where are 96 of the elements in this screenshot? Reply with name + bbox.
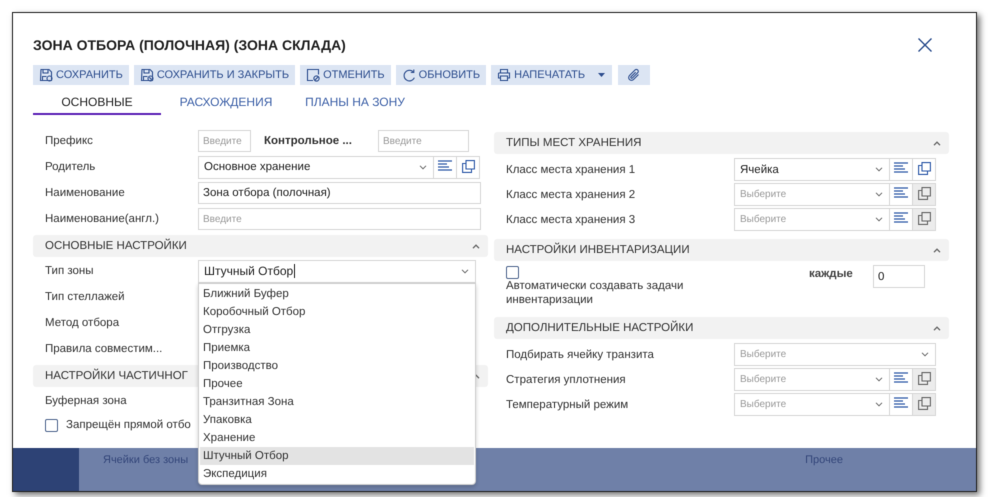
section-header[interactable]: ОСНОВНЫЕ НАСТРОЙКИ — [33, 235, 488, 257]
field-label: Префикс — [44, 135, 94, 147]
chevron-down-icon — [921, 352, 929, 357]
floppy-icon — [39, 68, 53, 82]
sidebar-strip — [13, 448, 79, 491]
input-field[interactable]: Введите — [198, 208, 481, 230]
section-header[interactable]: НАСТРОЙКИ ИНВЕНТАРИЗАЦИИ — [494, 239, 949, 261]
tab[interactable]: ПЛАНЫ НА ЗОНУ — [291, 93, 419, 115]
list-icon — [894, 162, 908, 173]
select-field[interactable]: Ячейка — [734, 158, 890, 181]
copy-icon — [918, 372, 930, 385]
checkbox-label: Автоматически создавать задачи инвентаризации — [506, 279, 684, 307]
section-header[interactable]: ДОПОЛНИТЕЛЬНЫЕ НАСТРОЙКИ — [494, 317, 949, 339]
floppy-icon — [140, 68, 154, 82]
close-icon — [917, 37, 933, 53]
field-label: Наименование(англ.) — [44, 213, 160, 225]
input-field[interactable]: Введите — [198, 130, 251, 152]
chevron-down-icon — [875, 217, 883, 222]
field-label: Тип зоны — [44, 265, 95, 277]
dropdown-option[interactable]: Хранение — [199, 428, 475, 446]
tab[interactable]: ОСНОВНЫЕ — [33, 93, 161, 115]
copy-icon — [918, 397, 930, 410]
attach-button[interactable] — [618, 65, 650, 85]
dropdown-option[interactable]: Отгрузка — [199, 320, 475, 338]
list-icon — [894, 187, 908, 198]
document-slash-icon — [306, 68, 320, 82]
checkbox[interactable] — [45, 418, 58, 432]
list-button[interactable] — [890, 183, 913, 206]
section-header[interactable]: ТИПЫ МЕСТ ХРАНЕНИЯ — [494, 132, 949, 154]
copy-icon — [918, 162, 930, 175]
copy-button[interactable] — [913, 158, 936, 181]
chevron-down-icon — [461, 268, 469, 274]
list-icon — [894, 397, 908, 408]
cancel-button[interactable]: ОТМЕНИТЬ — [300, 65, 391, 85]
copy-button[interactable] — [457, 156, 480, 178]
field-label: Родитель — [44, 161, 96, 173]
dropdown-option[interactable]: Приемка — [199, 338, 475, 356]
printer-icon — [497, 68, 512, 82]
list-icon — [438, 160, 452, 170]
table-cell: Прочее — [805, 454, 843, 466]
window-title: ЗОНА ОТБОРА (ПОЛОЧНАЯ) (ЗОНА СКЛАДА) — [33, 37, 346, 53]
list-button[interactable] — [434, 156, 457, 178]
input-field[interactable]: Введите — [378, 130, 469, 152]
field-label: Буферная зона — [44, 395, 128, 407]
dropdown-option[interactable]: Экспедиция — [199, 464, 475, 482]
chevron-down-icon — [419, 164, 427, 170]
checkbox[interactable] — [506, 266, 519, 279]
dropdown-option[interactable]: Прочее — [199, 374, 475, 392]
input-field[interactable]: Зона отбора (полочная) — [198, 182, 481, 204]
field-label: Подбирать ячейку транзита — [505, 348, 655, 360]
text-cursor — [294, 264, 296, 278]
list-icon — [894, 212, 908, 223]
chevron-down-icon — [875, 192, 883, 197]
close-button[interactable] — [917, 37, 933, 53]
copy-icon — [918, 187, 930, 200]
copy-icon — [462, 160, 474, 172]
select-field[interactable]: Основное хранение — [198, 156, 434, 178]
dropdown-option[interactable]: Упаковка — [199, 410, 475, 428]
menu-button[interactable] — [591, 65, 612, 85]
save-close-button[interactable]: СОХРАНИТЬ И ЗАКРЫТЬ — [134, 65, 296, 85]
field-label: Наименование — [44, 187, 126, 199]
combo-field[interactable]: Штучный Отбор — [198, 260, 476, 282]
field-label: Класс места хранения 2 — [505, 188, 636, 200]
dropdown-option[interactable]: Штучный Отбор — [200, 446, 474, 464]
chevron-down-icon — [875, 167, 883, 172]
field-label: Температурный режим — [505, 398, 630, 410]
print-button[interactable]: НАПЕЧАТАТЬ — [491, 65, 592, 85]
input-field[interactable]: 0 — [873, 265, 925, 288]
chevron-down-icon — [875, 402, 883, 407]
save-button[interactable]: СОХРАНИТЬ — [33, 65, 129, 85]
list-button[interactable] — [890, 393, 913, 416]
dropdown-option[interactable]: Транзитная Зона — [199, 392, 475, 410]
list-button[interactable] — [890, 158, 913, 181]
refresh-button[interactable]: ОБНОВИТЬ — [396, 65, 486, 85]
field-label: каждые — [809, 268, 854, 280]
table-cell: Ячейки без зоны — [103, 454, 188, 466]
refresh-icon — [402, 68, 416, 82]
checkbox-label: Запрещён прямой отбо — [66, 419, 191, 431]
list-button[interactable] — [890, 208, 913, 231]
paperclip-icon — [627, 68, 642, 82]
list-button[interactable] — [890, 368, 913, 391]
field-label: Правила совместим... — [44, 343, 164, 355]
field-label: Тип стеллажей — [44, 291, 126, 303]
field-label: Контрольное ... — [263, 135, 353, 147]
field-label: Стратегия уплотнения — [505, 374, 627, 386]
dropdown-option[interactable]: Ближний Буфер — [199, 284, 475, 302]
tab[interactable]: РАСХОЖДЕНИЯ — [161, 93, 291, 115]
field-label: Метод отбора — [44, 317, 120, 329]
list-icon — [894, 372, 908, 383]
caret-icon — [598, 73, 606, 77]
field-label: Класс места хранения 1 — [505, 164, 636, 176]
field-label: Класс места хранения 3 — [505, 214, 636, 226]
chevron-down-icon — [875, 377, 883, 382]
dropdown-option[interactable]: Производство — [199, 356, 475, 374]
copy-icon — [918, 212, 930, 225]
dropdown-option[interactable]: Коробочный Отбор — [199, 302, 475, 320]
